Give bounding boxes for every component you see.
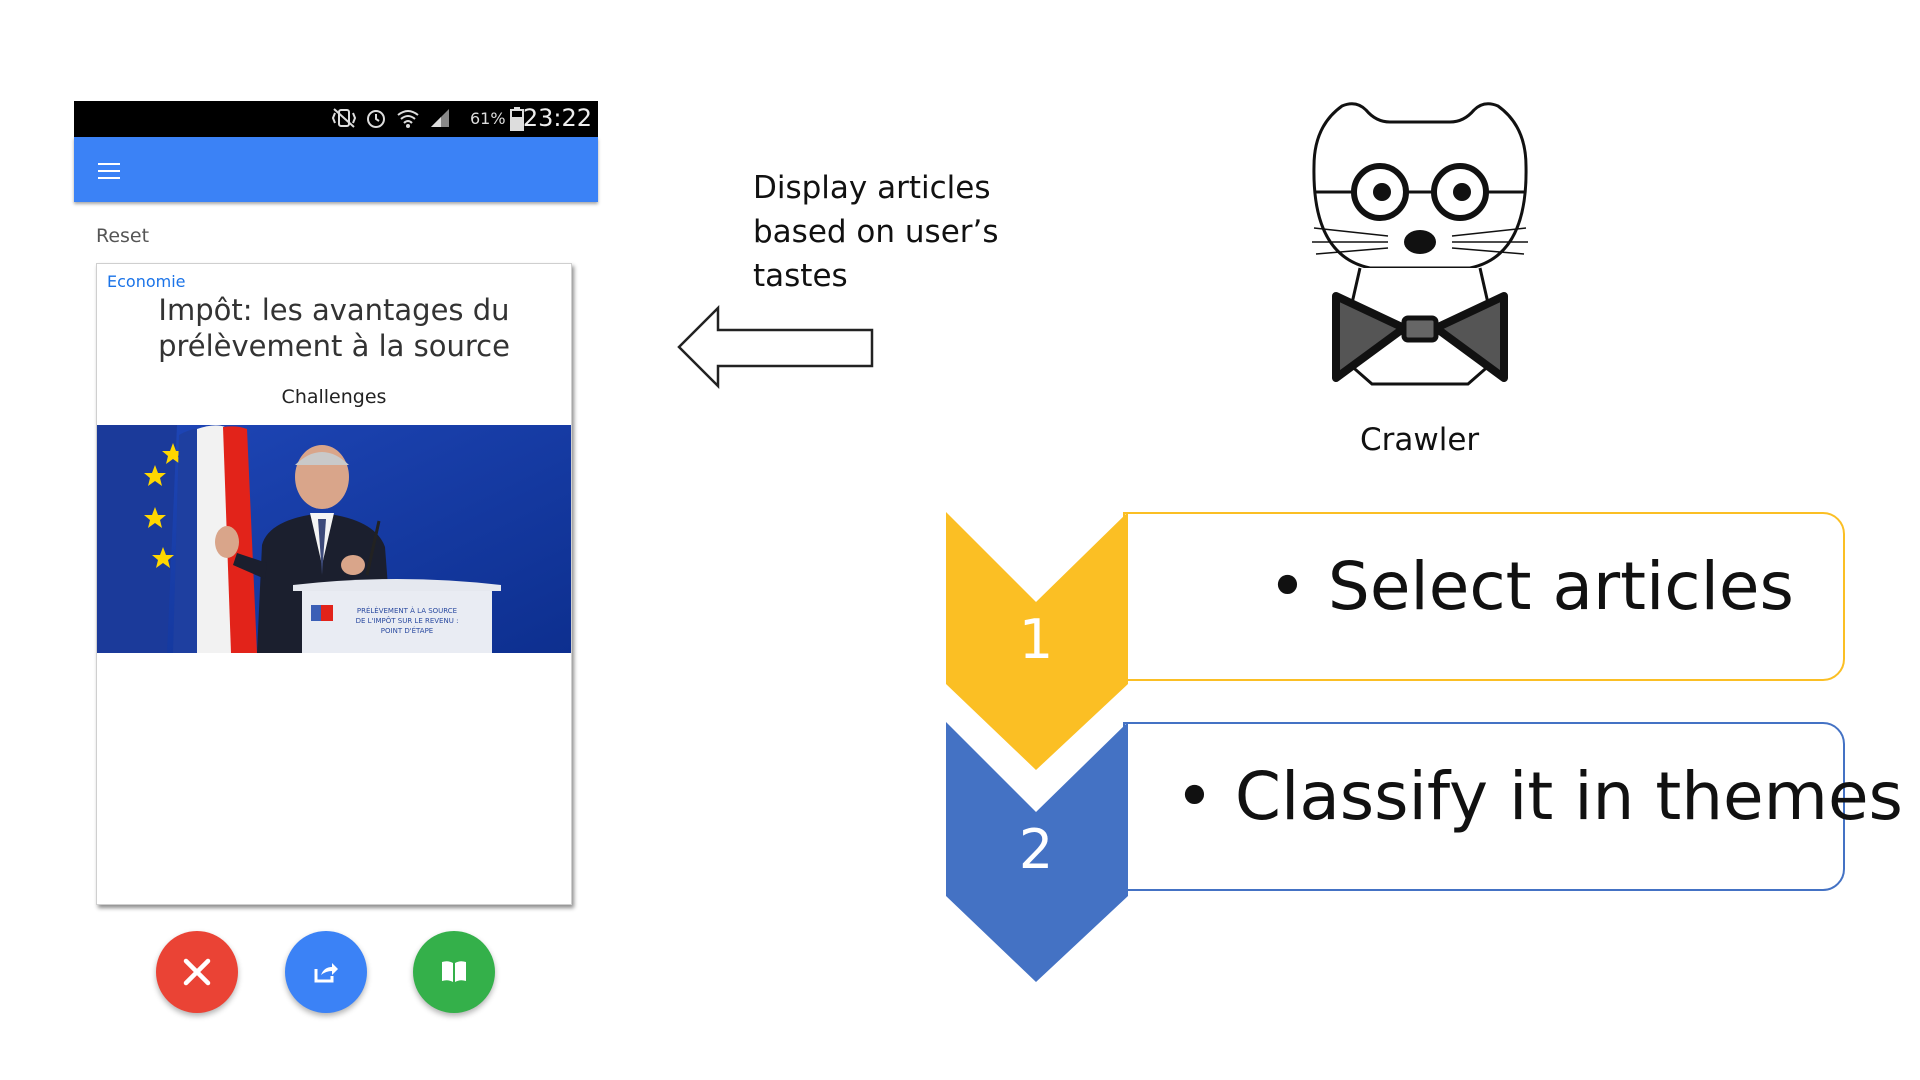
menu-icon[interactable] [98, 163, 120, 179]
podium-text-line-1: PRÉLÈVEMENT À LA SOURCE [357, 606, 457, 615]
podium-text-line-2: DE L'IMPÔT SUR LE REVENU : [356, 616, 459, 625]
crawler-label: Crawler [1360, 422, 1480, 458]
share-icon [314, 963, 338, 983]
app-bar [74, 137, 598, 202]
article-card[interactable]: Economie Impôt: les avantages du prélève… [96, 263, 572, 905]
article-title-line-1: Impôt: les avantages du [158, 293, 510, 327]
vibrate-icon [332, 108, 356, 128]
phone-mockup: 61% 23:22 Reset Economie Impôt: les avan… [74, 101, 598, 1031]
article-source: Challenges [281, 386, 387, 408]
dismiss-button[interactable] [156, 931, 238, 1013]
bullet-icon: • [1268, 548, 1307, 625]
article-category[interactable]: Economie [107, 272, 186, 291]
step-2-text: • Classify it in themes [1175, 758, 1903, 835]
crawler-cat-icon [1312, 102, 1528, 386]
step-chevrons [946, 512, 1128, 982]
display-note-line-2: based on user’s [753, 214, 999, 250]
display-note-line-3: tastes [753, 258, 848, 294]
step-1-number: 1 [1018, 608, 1054, 671]
article-photo: PRÉLÈVEMENT À LA SOURCE DE L'IMPÔT SUR L… [97, 425, 571, 653]
signal-icon [431, 109, 449, 127]
alarm-icon [367, 110, 385, 128]
reset-button[interactable]: Reset [96, 225, 149, 247]
clock: 23:22 [522, 104, 592, 132]
display-articles-note: Display articles based on user’s tastes [753, 166, 999, 298]
display-note-line-1: Display articles [753, 170, 991, 206]
step-1-text: • Select articles [1268, 548, 1794, 625]
read-button[interactable] [413, 931, 495, 1013]
share-button[interactable] [285, 931, 367, 1013]
battery-percent: 61% [470, 109, 506, 128]
article-title-line-2: prélèvement à la source [158, 329, 510, 363]
podium-text-line-3: POINT D'ÉTAPE [381, 626, 433, 635]
article-title: Impôt: les avantages du prélèvement à la… [127, 292, 541, 364]
status-bar: 61% 23:22 [74, 101, 598, 137]
wifi-icon [397, 110, 419, 128]
step-2-label: Classify it in themes [1234, 758, 1903, 835]
left-arrow-icon [677, 304, 874, 390]
bullet-icon: • [1175, 758, 1214, 835]
step-2-number: 2 [1018, 818, 1054, 881]
book-icon [442, 961, 466, 982]
close-icon [183, 958, 211, 986]
step-1-label: Select articles [1327, 548, 1794, 625]
